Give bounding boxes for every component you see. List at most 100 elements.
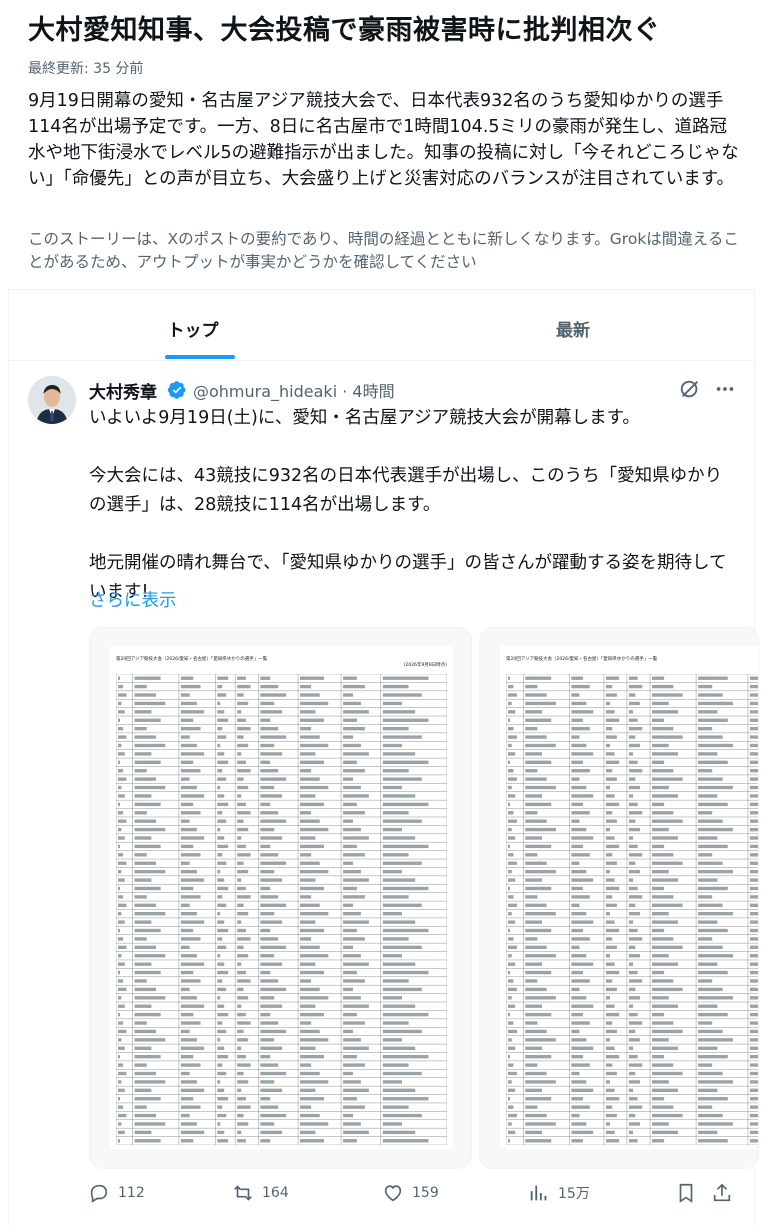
table-cell-text [382,853,409,857]
table-cell-text [698,1088,718,1093]
table-cell-text [180,1046,205,1050]
table-cell-text [508,1097,511,1101]
table-cell-text [628,827,640,832]
table-cell-text [525,844,552,849]
table-cell-text [300,726,312,731]
table-cell-text [508,861,517,865]
table-cell-text [343,895,365,899]
tab-top[interactable]: トップ [8,300,378,360]
table-cell-text [525,945,547,950]
table-cell-text [525,760,552,764]
table-cell-text [217,802,229,807]
table-cell-text [571,1055,583,1059]
show-more-link[interactable]: さらに表示 [89,587,177,612]
table-cell-text [698,752,718,756]
table-cell-text [628,760,638,764]
repost-button[interactable]: 164 [232,1182,289,1204]
table-cell-text [217,1105,223,1109]
table-cell-text [571,861,580,865]
table-cell-text [180,802,194,807]
table-cell-text [180,1063,201,1067]
table-cell-text [605,878,615,882]
repost-count: 164 [262,1185,289,1201]
table-cell-text [749,970,758,975]
table-cell-text [180,979,201,983]
table-cell-text [118,701,122,706]
avatar[interactable] [28,376,76,424]
table-cell-text [134,710,152,714]
grok-icon[interactable] [679,378,701,400]
table-cell-text [382,1046,416,1050]
table-cell-text [698,928,728,933]
table-cell-text [237,928,246,933]
attached-image-1[interactable]: 第20回アジア競技大会（2026/愛知・名古屋）「愛知県ゆかりの選手」一覧 (2… [89,627,472,1169]
table-cell-text [180,743,197,748]
table-cell-text [525,802,552,807]
table-cell-text [652,1063,674,1067]
bookmark-button[interactable] [675,1182,705,1204]
table-cell-text [605,743,610,748]
table-cell-text [605,718,620,722]
table-cell-text [260,1080,275,1084]
handle-and-time[interactable]: @ohmura_hideaki · 4時間 [193,378,395,402]
table-cell-text [180,836,205,840]
table-cell-text [343,752,369,756]
attached-image-2[interactable]: 第20回アジア競技大会（2026/愛知・名古屋）「愛知県ゆかりの選手」一覧 [479,627,759,1169]
table-cell-text [343,945,353,950]
table-cell-text [749,1071,758,1076]
table-cell-text [300,735,320,739]
table-cell-text [525,1029,547,1034]
table-cell-text [343,1055,357,1059]
table-cell-text [217,769,223,773]
table-cell-text [260,895,279,899]
table-cell-text [698,693,723,697]
table-cell-text [237,684,251,689]
table-cell-text [698,903,723,907]
table-cell-text [628,777,636,781]
table-cell-text [525,1004,543,1008]
table-cell-text [237,1130,242,1135]
table-cell-text [571,1004,594,1008]
share-icon [713,1183,731,1202]
table-cell-text [343,987,353,992]
more-icon[interactable] [713,378,737,400]
reply-button[interactable]: 112 [88,1182,145,1204]
table-cell-text [118,735,127,739]
table-cell-text [571,827,587,832]
reply-icon [90,1184,108,1203]
table-cell-text [217,970,229,975]
table-cell-text [628,970,638,975]
table-cell-text [749,903,758,907]
table-cell-text [628,684,643,689]
share-button[interactable] [711,1182,741,1204]
table-cell-text [525,1038,556,1042]
table-cell-text [605,785,610,790]
table-cell-text [382,827,402,832]
table-cell-text [749,853,758,857]
tab-latest[interactable]: 最新 [388,300,758,360]
table-cell-text [605,735,617,739]
table-cell-text [217,726,223,731]
table-cell-text [525,1139,552,1143]
table-cell-text [525,819,547,823]
table-cell-text [118,945,127,950]
table-cell-text [260,945,287,950]
table-cell-text [343,1122,361,1126]
like-button[interactable]: 159 [382,1182,439,1204]
table-cell-text [628,701,640,706]
views-button[interactable]: 15万 [528,1182,590,1204]
table-cell-text [628,869,640,874]
table-cell-text [525,693,547,697]
table-cell-text [382,1063,409,1067]
table-cell-text [343,684,365,689]
table-cell-text [508,937,514,941]
table-cell-text [628,1097,638,1101]
table-cell-text [571,886,583,891]
table-cell-text [382,1021,409,1025]
table-cell-text [343,701,361,706]
table-cell-text [508,954,512,958]
table-cell-text [180,853,201,857]
table-cell-text [343,844,357,849]
author-name[interactable]: 大村秀章 [89,378,157,403]
table-cell-text [134,945,157,950]
